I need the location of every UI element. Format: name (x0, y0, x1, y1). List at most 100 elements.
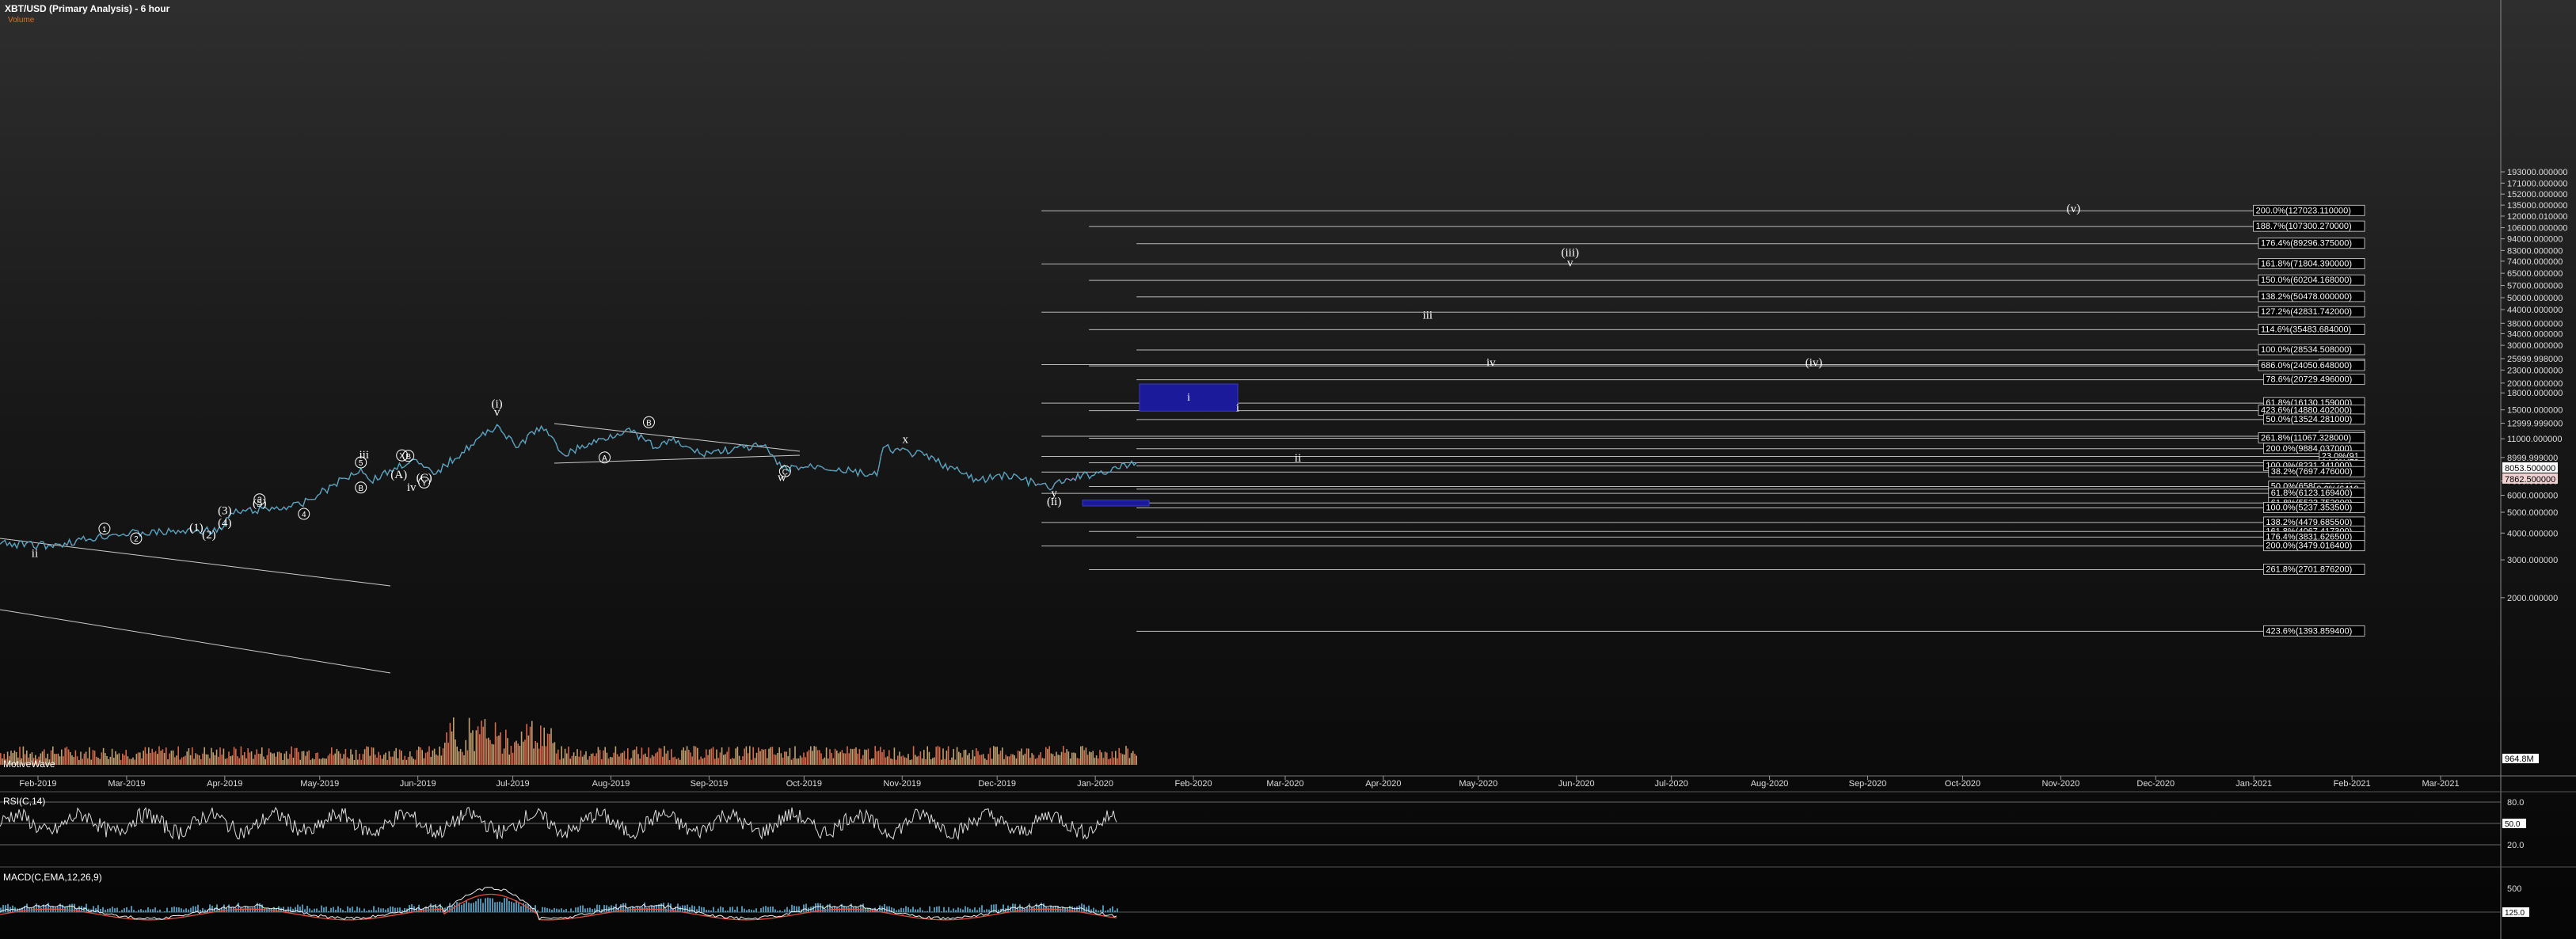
macd-histogram-bar (1109, 908, 1111, 913)
macd-histogram-bar (568, 911, 569, 913)
macd-histogram-bar (347, 906, 348, 913)
volume-bar (787, 756, 789, 765)
volume-bar (388, 751, 390, 765)
macd-histogram-bar (363, 908, 365, 913)
volume-bar (767, 758, 768, 765)
volume-bar (188, 748, 190, 765)
volume-bar (540, 725, 542, 765)
macd-histogram-bar (732, 907, 733, 913)
volume-bar (176, 755, 177, 765)
channel-line (0, 609, 391, 674)
macd-histogram-bar (888, 906, 890, 913)
macd-histogram-bar (862, 903, 864, 913)
macd-histogram-bar (475, 901, 477, 913)
volume-bar (1092, 751, 1094, 765)
macd-histogram-bar (316, 908, 318, 913)
volume-bar (592, 753, 594, 765)
volume-bar (357, 759, 359, 765)
volume-bar (118, 753, 120, 765)
volume-bar (1136, 755, 1137, 765)
x-tick-label: Aug-2020 (1751, 779, 1789, 789)
volume-bar (238, 758, 240, 765)
volume-bar (333, 755, 334, 765)
volume-bar (668, 759, 671, 765)
volume-bar (214, 755, 216, 765)
macd-histogram-bar (506, 898, 508, 913)
volume-bar (1071, 752, 1073, 765)
volume-bar (816, 750, 819, 765)
macd-histogram-bar (965, 906, 966, 913)
volume-bar (892, 758, 893, 765)
volume-bar (378, 751, 379, 765)
macd-histogram-bar (499, 901, 500, 913)
wave-label: B (358, 485, 363, 493)
volume-bar (1010, 754, 1012, 765)
macd-histogram-bar (748, 909, 750, 913)
volume-bar (76, 756, 78, 765)
volume-bar (153, 752, 155, 765)
volume-bar (148, 747, 150, 765)
volume-bar (862, 755, 864, 765)
wave-label: (3) (218, 504, 232, 517)
volume-bar (850, 748, 852, 765)
macd-histogram-bar (1029, 903, 1030, 913)
volume-bar (244, 751, 245, 765)
volume-bar (102, 747, 105, 765)
volume-bar (786, 751, 787, 765)
volume-bar (949, 759, 951, 765)
macd-histogram-bar (485, 898, 486, 913)
wave-label: (5) (253, 497, 267, 510)
volume-bar (717, 758, 719, 765)
macd-histogram-bar (927, 910, 928, 913)
volume-bar (101, 752, 103, 765)
volume-bar (127, 756, 129, 765)
volume-bar (754, 758, 756, 765)
volume-bar (599, 750, 601, 765)
volume-bar (215, 749, 218, 765)
macd-histogram-bar (575, 907, 576, 913)
fib-level-label: 200.0%(3479.016400) (2266, 542, 2352, 551)
volume-bar (710, 748, 713, 765)
macd-histogram-bar (238, 903, 239, 913)
volume-bar (1130, 753, 1132, 765)
fib-level-label: 176.4%(89296.375000) (2261, 239, 2352, 249)
volume-bar (845, 753, 847, 765)
macd-histogram-bar (133, 910, 135, 913)
macd-histogram-bar (976, 910, 978, 913)
volume-bar (751, 759, 752, 765)
macd-histogram-bar (114, 908, 116, 913)
volume-bar (230, 756, 231, 765)
macd-histogram-bar (969, 908, 971, 913)
volume-bar (381, 758, 383, 765)
macd-histogram-bar (1045, 907, 1047, 913)
macd-histogram-bar (356, 907, 358, 913)
y-tick-label: 15000.000000 (2507, 406, 2563, 416)
macd-histogram-bar (886, 906, 888, 913)
macd-histogram-bar (622, 903, 624, 913)
macd-histogram-bar (154, 907, 156, 913)
volume-bar (977, 751, 979, 765)
volume-bar (869, 759, 871, 765)
y-tick-label: 171000.000000 (2507, 179, 2567, 188)
volume-bar (1047, 748, 1048, 765)
volume-bar (1120, 753, 1122, 765)
volume-bar (372, 747, 375, 765)
volume-bar (436, 755, 437, 765)
macd-histogram-bar (359, 907, 360, 913)
chart-canvas[interactable]: 193000.000000171000.000000152000.0000001… (0, 0, 2576, 939)
volume-bar (166, 747, 167, 765)
volume-bar (337, 751, 340, 765)
macd-histogram-bar (470, 903, 472, 913)
volume-bar (973, 756, 976, 765)
volume-bar (371, 747, 373, 765)
x-tick-label: Apr-2020 (1365, 779, 1401, 789)
volume-bar (279, 751, 280, 765)
volume-bar (1124, 755, 1125, 765)
volume-bar (402, 759, 404, 765)
macd-histogram-bar (162, 911, 163, 913)
fib-level-label: 200.0%(127023.110000) (2256, 206, 2351, 215)
volume-bar (1067, 751, 1070, 765)
macd-histogram-bar (5, 905, 6, 913)
y-tick-label: 18000.000000 (2507, 389, 2563, 398)
volume-bar (836, 751, 838, 765)
